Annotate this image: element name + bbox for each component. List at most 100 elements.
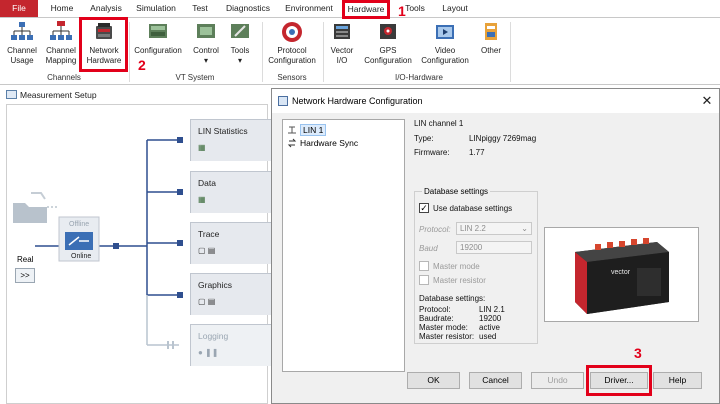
tab-home[interactable]: Home xyxy=(45,0,79,17)
master-resistor-checkbox[interactable] xyxy=(419,275,429,285)
db-summary-master-mode-label: Master mode: xyxy=(419,323,468,332)
tab-diagnostics[interactable]: Diagnostics xyxy=(222,0,274,17)
db-summary-protocol-label: Protocol: xyxy=(419,305,451,314)
control-icon xyxy=(193,20,219,44)
video-configuration-label-2: Configuration xyxy=(421,55,469,65)
tab-file[interactable]: File xyxy=(0,0,38,17)
protocol-configuration-button[interactable]: Protocol Configuration xyxy=(265,20,319,65)
protocol-select[interactable]: LIN 2.2 ⌄ xyxy=(456,222,532,235)
db-summary-master-mode-value: active xyxy=(479,323,500,332)
trace-icon: ▢ ▤ xyxy=(198,246,216,255)
sync-icon xyxy=(287,138,297,148)
ribbon-separator xyxy=(323,22,324,82)
channel-usage-button[interactable]: Channel Usage xyxy=(4,20,40,65)
tools-icon xyxy=(227,20,253,44)
highlight-driver-button xyxy=(586,365,652,396)
gps-configuration-button[interactable]: GPS Configuration xyxy=(361,20,415,65)
tab-environment[interactable]: Environment xyxy=(282,0,336,17)
protocol-configuration-label-2: Configuration xyxy=(268,55,316,65)
db-summary-protocol-value: LIN 2.1 xyxy=(479,305,505,314)
lin-statistics-label: LIN Statistics xyxy=(198,126,248,136)
trace-label: Trace xyxy=(198,229,220,239)
channel-mapping-label-2: Mapping xyxy=(45,55,77,65)
other-icon xyxy=(478,20,504,44)
statistics-icon: ▦ xyxy=(198,143,206,152)
firmware-label: Firmware: xyxy=(414,148,450,157)
channel-mapping-icon xyxy=(48,20,74,44)
lin-interface-device-image: vector xyxy=(575,238,669,314)
protocol-configuration-label-1: Protocol xyxy=(277,46,307,55)
vt-configuration-button[interactable]: Configuration xyxy=(133,20,183,56)
tab-analysis[interactable]: Analysis xyxy=(86,0,126,17)
measurement-setup-canvas: Offline Online Real >> LIN Statistics ▦ … xyxy=(6,104,280,404)
group-label-sensors: Sensors xyxy=(277,73,307,82)
use-database-checkbox[interactable]: ✓ xyxy=(419,203,429,213)
measurement-setup-icon xyxy=(6,90,17,99)
folder-icon xyxy=(13,192,47,223)
db-summary-baudrate-value: 19200 xyxy=(479,314,502,323)
tab-simulation[interactable]: Simulation xyxy=(133,0,179,17)
baud-label: Baud xyxy=(419,244,438,253)
vt-tools-button[interactable]: Tools ▾ xyxy=(226,20,254,65)
tree-item-lin1[interactable]: LIN 1 xyxy=(287,124,327,136)
logging-block[interactable]: Logging ● ❚❚ xyxy=(190,324,280,366)
ribbon-separator xyxy=(262,22,263,82)
channel-usage-label-2: Usage xyxy=(10,55,34,65)
video-icon xyxy=(432,20,458,44)
data-block[interactable]: Data ▦ xyxy=(190,171,280,213)
step-number-1: 1 xyxy=(398,3,406,19)
other-button[interactable]: Other xyxy=(476,20,506,56)
tab-test[interactable]: Test xyxy=(187,0,213,17)
help-button[interactable]: Help xyxy=(653,372,702,389)
video-configuration-button[interactable]: Video Configuration xyxy=(418,20,472,65)
protocol-select-value: LIN 2.2 xyxy=(460,224,486,233)
dialog-titlebar[interactable]: Network Hardware Configuration ✕ xyxy=(272,89,719,113)
channel-usage-icon xyxy=(9,20,35,44)
undo-button[interactable]: Undo xyxy=(531,372,584,389)
step-number-3: 3 xyxy=(634,345,642,361)
dialog-title: Network Hardware Configuration xyxy=(292,96,423,106)
logging-label: Logging xyxy=(198,331,229,341)
step-number-2: 2 xyxy=(138,57,146,73)
baud-input[interactable]: 19200 xyxy=(456,241,532,254)
device-brand-text: vector xyxy=(611,269,631,276)
vector-io-button[interactable]: Vector I/O xyxy=(327,20,357,65)
network-hardware-dialog: Network Hardware Configuration ✕ LIN 1 H… xyxy=(271,88,720,404)
channel-mapping-button[interactable]: Channel Mapping xyxy=(42,20,80,65)
trace-block[interactable]: Trace ▢ ▤ xyxy=(190,222,280,264)
master-resistor-label: Master resistor xyxy=(433,276,486,285)
vt-control-button[interactable]: Control ▾ xyxy=(189,20,223,65)
real-expand-button[interactable]: >> xyxy=(15,268,35,283)
highlight-hardware-tab xyxy=(342,0,390,19)
other-label: Other xyxy=(480,46,501,55)
db-summary-heading: Database settings: xyxy=(419,294,486,303)
use-database-label: Use database settings xyxy=(433,204,513,213)
master-mode-checkbox[interactable] xyxy=(419,261,429,271)
configuration-label: Configuration xyxy=(134,46,182,55)
tree-item-lin1-label: LIN 1 xyxy=(300,124,327,136)
configuration-icon xyxy=(145,20,171,44)
logging-icon: ● ❚❚ xyxy=(198,348,219,357)
measurement-setup-title: Measurement Setup xyxy=(6,90,97,100)
hardware-photo: vector xyxy=(544,227,699,322)
vector-io-label-2: I/O xyxy=(336,55,348,65)
real-label: Real xyxy=(17,255,34,264)
ok-button[interactable]: OK xyxy=(407,372,460,389)
cancel-button[interactable]: Cancel xyxy=(469,372,522,389)
lin-channel-icon xyxy=(287,125,297,135)
graphics-block[interactable]: Graphics ▢ ▤ xyxy=(190,273,280,315)
hardware-tree[interactable]: LIN 1 Hardware Sync xyxy=(282,119,405,372)
tree-item-hardware-sync[interactable]: Hardware Sync xyxy=(287,137,358,149)
data-label: Data xyxy=(198,178,216,188)
chevron-down-icon: ▾ xyxy=(203,55,208,65)
close-icon[interactable]: ✕ xyxy=(699,93,715,109)
db-summary-master-resistor-label: Master resistor: xyxy=(419,332,475,341)
tab-layout[interactable]: Layout xyxy=(437,0,473,17)
group-label-channels: Channels xyxy=(47,73,81,82)
channel-usage-label-1: Channel xyxy=(7,46,37,55)
lin-statistics-block[interactable]: LIN Statistics ▦ xyxy=(190,119,280,161)
type-value: LINpiggy 7269mag xyxy=(469,134,537,143)
chevron-down-icon: ⌄ xyxy=(521,224,528,233)
db-summary-master-resistor-value: used xyxy=(479,332,497,341)
group-label-io-hardware: I/O-Hardware xyxy=(394,73,443,82)
